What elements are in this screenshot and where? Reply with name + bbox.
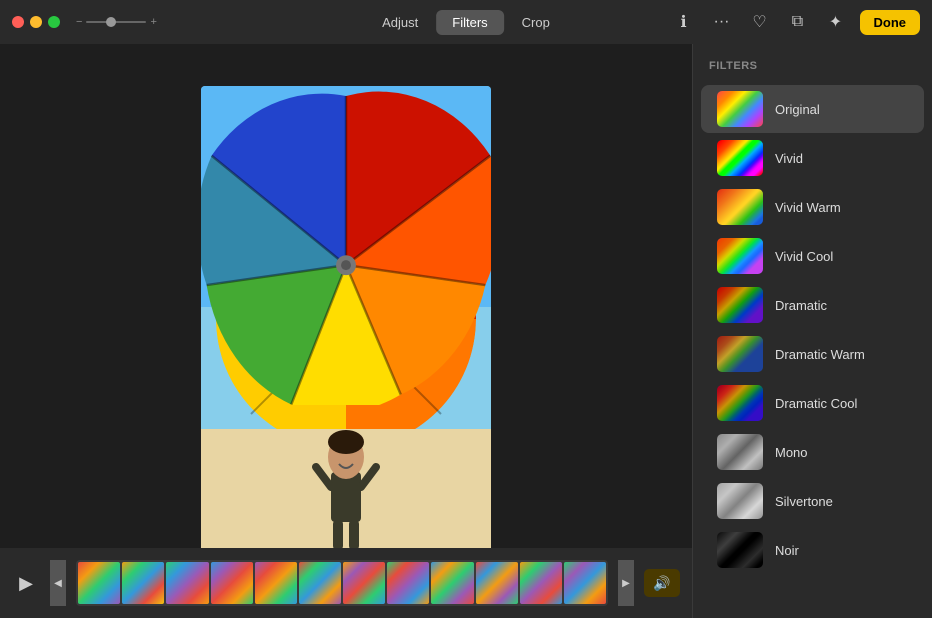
magic-icon: ✦ [829, 12, 842, 32]
filter-thumbnail-dramatic [717, 287, 763, 323]
filmstrip-frame [255, 562, 297, 604]
filter-thumbnail-vivid-warm [717, 189, 763, 225]
filter-thumbnail-mono [717, 434, 763, 470]
titlebar: − + Adjust Filters Crop ℹ ··· ♡ ⧉ ✦ Done [0, 0, 932, 44]
volume-icon: 🔊 [653, 575, 670, 592]
filter-label-silvertone: Silvertone [775, 494, 833, 509]
photo-container [0, 44, 692, 618]
brightness-max-icon: + [150, 16, 156, 28]
filter-thumbnail-dramatic-warm [717, 336, 763, 372]
filter-item-noir[interactable]: Noir [701, 526, 924, 574]
bottom-bar: ▶ ◀ ▶ 🔊 [0, 548, 692, 618]
slider-thumb[interactable] [106, 17, 116, 27]
brightness-slider[interactable]: − + [76, 16, 157, 28]
play-icon: ▶ [19, 573, 33, 594]
filmstrip-frame [476, 562, 518, 604]
filter-label-vivid: Vivid [775, 151, 803, 166]
filter-label-vivid-warm: Vivid Warm [775, 200, 841, 215]
filter-item-dramatic[interactable]: Dramatic [701, 281, 924, 329]
adjust-tab[interactable]: Adjust [366, 10, 434, 35]
filmstrip-left-arrow[interactable]: ◀ [50, 560, 66, 606]
copy-icon: ⧉ [792, 13, 803, 31]
filter-thumbnail-noir [717, 532, 763, 568]
info-button[interactable]: ℹ [670, 8, 698, 36]
filmstrip[interactable] [76, 560, 608, 606]
filter-thumbnail-vivid-cool [717, 238, 763, 274]
filmstrip-frame [564, 562, 606, 604]
filter-item-vivid-warm[interactable]: Vivid Warm [701, 183, 924, 231]
filmstrip-frame [431, 562, 473, 604]
volume-button[interactable]: 🔊 [644, 569, 680, 597]
maximize-button[interactable] [48, 16, 60, 28]
main-photo-area [0, 44, 692, 618]
filters-header: FILTERS [693, 60, 932, 84]
heart-icon: ♡ [752, 12, 766, 32]
filters-panel: FILTERS Original Vivid Vivid Warm Vivid Coo… [692, 44, 932, 618]
copy-button[interactable]: ⧉ [784, 8, 812, 36]
filmstrip-frame [520, 562, 562, 604]
share-icon: ··· [714, 13, 730, 31]
filmstrip-frame [122, 562, 164, 604]
left-arrow-icon: ◀ [54, 578, 62, 589]
filmstrip-frame [78, 562, 120, 604]
filter-thumbnail-vivid [717, 140, 763, 176]
umbrella-scene [201, 86, 491, 576]
filmstrip-frame [343, 562, 385, 604]
filter-list: Original Vivid Vivid Warm Vivid Cool Dramati… [693, 85, 932, 574]
filter-item-vivid-cool[interactable]: Vivid Cool [701, 232, 924, 280]
filter-item-vivid[interactable]: Vivid [701, 134, 924, 182]
filter-label-noir: Noir [775, 543, 799, 558]
filmstrip-frame [211, 562, 253, 604]
minimize-button[interactable] [30, 16, 42, 28]
play-button[interactable]: ▶ [12, 569, 40, 597]
heart-button[interactable]: ♡ [746, 8, 774, 36]
brightness-min-icon: − [76, 16, 82, 28]
filter-label-dramatic-warm: Dramatic Warm [775, 347, 865, 362]
traffic-lights [12, 16, 60, 28]
close-button[interactable] [12, 16, 24, 28]
filter-item-mono[interactable]: Mono [701, 428, 924, 476]
done-button[interactable]: Done [860, 10, 921, 35]
filter-label-dramatic: Dramatic [775, 298, 827, 313]
filter-item-dramatic-warm[interactable]: Dramatic Warm [701, 330, 924, 378]
slider-track[interactable] [86, 21, 146, 23]
filmstrip-frame [166, 562, 208, 604]
filter-thumbnail-dramatic-cool [717, 385, 763, 421]
filmstrip-frame [299, 562, 341, 604]
filters-tab[interactable]: Filters [436, 10, 503, 35]
toolbar-right: ℹ ··· ♡ ⧉ ✦ Done [670, 8, 921, 36]
filter-item-silvertone[interactable]: Silvertone [701, 477, 924, 525]
info-icon: ℹ [680, 12, 686, 32]
filter-thumbnail-original [717, 91, 763, 127]
filter-label-vivid-cool: Vivid Cool [775, 249, 833, 264]
share-button[interactable]: ··· [708, 8, 736, 36]
crop-tab[interactable]: Crop [506, 10, 566, 35]
filter-label-mono: Mono [775, 445, 808, 460]
filter-item-original[interactable]: Original [701, 85, 924, 133]
toolbar-center: Adjust Filters Crop [366, 10, 566, 35]
filter-thumbnail-silvertone [717, 483, 763, 519]
filter-item-dramatic-cool[interactable]: Dramatic Cool [701, 379, 924, 427]
right-arrow-icon: ▶ [622, 578, 630, 589]
filmstrip-right-arrow[interactable]: ▶ [618, 560, 634, 606]
magic-button[interactable]: ✦ [822, 8, 850, 36]
filter-label-original: Original [775, 102, 820, 117]
photo-frame [201, 86, 491, 576]
filmstrip-frame [387, 562, 429, 604]
filter-label-dramatic-cool: Dramatic Cool [775, 396, 857, 411]
